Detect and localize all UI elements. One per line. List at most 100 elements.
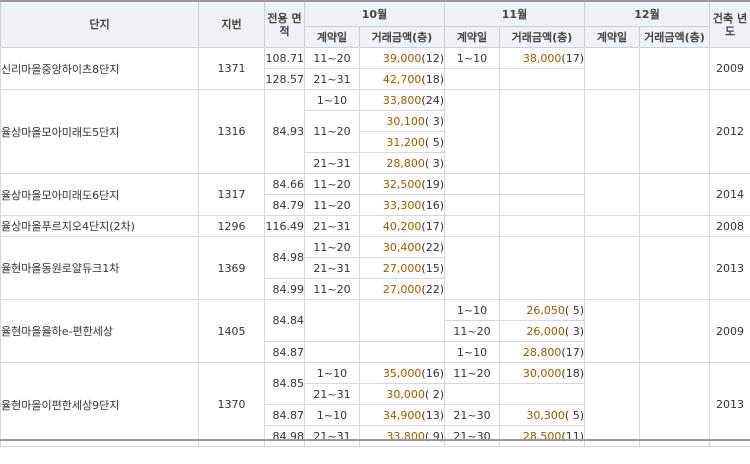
contract-day: 1~10	[304, 89, 360, 111]
contract-day: 11~20	[304, 194, 360, 216]
amount: 26,050( 5)	[499, 299, 585, 321]
built-year: 2013	[709, 362, 750, 447]
amount	[499, 89, 585, 174]
table-row: 율현마을동원로얄듀크1차 1369 84.98 11~20 30,400(22)…	[0, 236, 750, 300]
amount	[639, 173, 710, 216]
built-year: 2014	[709, 173, 750, 216]
contract-day: 1~10	[444, 47, 500, 69]
lot-number: 1317	[198, 173, 265, 216]
amount	[639, 47, 710, 90]
header-month-11: 11월	[444, 0, 585, 27]
contract-day: 11~20	[304, 278, 360, 300]
amount: 27,000(15)	[359, 257, 445, 279]
table-bottom-border	[0, 439, 750, 441]
complex-name: 율현마을이편한세상9단지	[0, 362, 199, 447]
amount: 34,900(13)	[359, 404, 445, 426]
amount: 38,000(17)	[499, 47, 585, 69]
contract-day: 11~20	[304, 236, 360, 258]
area: 84.85	[264, 362, 305, 405]
contract-day: 21~31	[304, 425, 360, 447]
contract-day: 21~31	[304, 215, 360, 237]
header-built-year: 건축 년도	[709, 0, 750, 48]
area: 84.84	[264, 299, 305, 342]
amount: 28,500(11)	[499, 425, 585, 447]
amount: 30,100( 3)	[359, 110, 445, 132]
contract-day: 1~10	[444, 299, 500, 321]
contract-day	[444, 194, 500, 216]
table-row: 율현마을이편한세상9단지 1370 84.85 1~10 35,000(16) …	[0, 362, 750, 447]
area: 128.57	[264, 68, 305, 90]
contract-day: 21~30	[444, 425, 500, 447]
header-lot: 지번	[198, 0, 265, 48]
contract-day	[444, 68, 500, 90]
area: 108.71	[264, 47, 305, 69]
contract-day: 11~20	[304, 47, 360, 69]
contract-day: 1~10	[304, 404, 360, 426]
amount: 27,000(22)	[359, 278, 445, 300]
table-row: 율현마을율하e-편한세상 1405 84.84 1~10 26,050( 5) …	[0, 299, 750, 363]
amount	[639, 236, 710, 300]
complex-name: 율상마을모아미래도6단지	[0, 173, 199, 216]
contract-day	[444, 383, 500, 405]
amount	[499, 194, 585, 216]
header-complex: 단지	[0, 0, 199, 48]
lot-number: 1369	[198, 236, 265, 300]
amount: 33,300(16)	[359, 194, 445, 216]
contract-day	[304, 299, 360, 342]
contract-day: 21~31	[304, 257, 360, 279]
amount: 30,400(22)	[359, 236, 445, 258]
contract-day: 21~31	[304, 152, 360, 174]
amount: 28,800( 3)	[359, 152, 445, 174]
amount: 28,800(17)	[499, 341, 585, 363]
lot-number: 1371	[198, 47, 265, 90]
area: 84.79	[264, 194, 305, 216]
area: 84.93	[264, 89, 305, 174]
complex-name: 신리마을중앙하이츠8단지	[0, 47, 199, 90]
table-row: 율상마을모아미래도6단지 1317 84.66 11~20 32,500(19)…	[0, 173, 750, 216]
contract-day: 1~10	[304, 362, 360, 384]
amount: 33,800( 9)	[359, 425, 445, 447]
built-year: 2009	[709, 299, 750, 363]
amount	[359, 299, 445, 342]
table-row: 신리마을중앙하이츠8단지 1371 108.71 11~20 39,000(12…	[0, 47, 750, 90]
complex-name: 율상마을푸르지오4단지(2차)	[0, 215, 199, 237]
complex-name: 율현마을율하e-편한세상	[0, 299, 199, 363]
contract-day: 11~20	[304, 173, 360, 195]
header-contract-day-12: 계약일	[584, 26, 640, 48]
contract-day	[584, 47, 640, 90]
amount	[499, 68, 585, 90]
amount: 40,200(17)	[359, 215, 445, 237]
contract-day	[304, 341, 360, 363]
built-year: 2012	[709, 89, 750, 174]
amount	[639, 299, 710, 363]
header-contract-day-11: 계약일	[444, 26, 500, 48]
header-row-top: 단지 지번 전용 면적 10월 11월 12월 건축 년도	[0, 0, 750, 48]
contract-day	[444, 173, 500, 195]
contract-day: 1~10	[444, 341, 500, 363]
contract-day: 11~20	[304, 110, 360, 153]
area: 116.49	[264, 215, 305, 237]
complex-name: 율상마을모아미래도5단지	[0, 89, 199, 174]
lot-number: 1296	[198, 215, 265, 237]
contract-day	[584, 173, 640, 216]
amount: 42,700(18)	[359, 68, 445, 90]
amount	[639, 362, 710, 447]
amount: 39,000(12)	[359, 47, 445, 69]
contract-day: 21~31	[304, 383, 360, 405]
header-month-10: 10월	[304, 0, 445, 27]
header-area: 전용 면적	[264, 0, 305, 48]
complex-name: 율현마을동원로얄듀크1차	[0, 236, 199, 300]
amount	[499, 383, 585, 405]
contract-day	[444, 89, 500, 174]
contract-day	[584, 215, 640, 237]
area: 84.98	[264, 236, 305, 279]
built-year: 2008	[709, 215, 750, 237]
contract-day	[584, 362, 640, 447]
apartment-transaction-table: 단지 지번 전용 면적 10월 11월 12월 건축 년도 계약일 거래금액(층…	[0, 0, 750, 447]
table-row: 율상마을푸르지오4단지(2차) 1296 116.49 21~31 40,200…	[0, 215, 750, 237]
contract-day	[584, 299, 640, 363]
header-month-12: 12월	[584, 0, 710, 27]
header-amount-12: 거래금액(층)	[639, 26, 710, 48]
amount: 26,000( 3)	[499, 320, 585, 342]
header-amount-10: 거래금액(층)	[359, 26, 445, 48]
